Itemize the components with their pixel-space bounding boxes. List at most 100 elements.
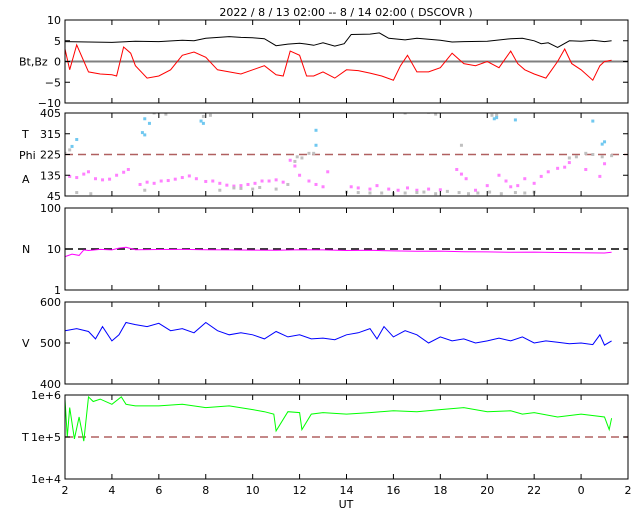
data-point-phi-magenta (603, 162, 607, 166)
data-point-phi-gray (258, 185, 262, 189)
data-point-phi-magenta (218, 181, 222, 185)
y-tick-label: 1e+6 (31, 389, 61, 402)
data-point-phi-blue (603, 140, 607, 144)
data-point-phi-blue (495, 116, 499, 120)
data-point-phi-magenta (126, 167, 130, 171)
data-point-phi-gray (293, 159, 297, 163)
data-point-phi-magenta (211, 179, 215, 183)
y-tick-label: 1e+4 (31, 473, 61, 486)
data-point-phi-blue (147, 121, 151, 125)
y-tick-label: 0 (54, 56, 61, 69)
data-point-phi-gray (574, 155, 578, 159)
data-point-phi-gray (75, 191, 79, 195)
data-point-phi-gray (476, 191, 480, 195)
data-point-phi-magenta (532, 181, 536, 185)
data-point-phi-magenta (523, 177, 527, 181)
data-point-phi-gray (600, 155, 604, 159)
data-point-phi-magenta (108, 177, 112, 181)
data-point-phi-magenta (166, 179, 170, 183)
data-point-phi-magenta (474, 188, 478, 192)
data-point-phi-magenta (375, 184, 379, 188)
y-axis-label: Bt,Bz (19, 56, 48, 69)
data-point-phi-magenta (307, 179, 311, 183)
data-point-phi-magenta (584, 167, 588, 171)
data-point-phi-magenta (187, 174, 191, 178)
data-point-phi-magenta (204, 179, 208, 183)
data-point-phi-gray (312, 151, 316, 155)
y-axis-label: V (22, 337, 30, 350)
data-point-phi-gray (457, 191, 461, 195)
data-point-phi-gray (490, 113, 494, 117)
solar-wind-chart: 2022 / 8 / 13 02:00 -- 8 / 14 02:00 ( DS… (0, 0, 640, 512)
data-point-phi-magenta (349, 185, 353, 189)
data-point-phi-gray (68, 148, 72, 152)
data-point-phi-magenta (246, 182, 250, 186)
data-point-phi-gray (368, 191, 372, 195)
series-line-bt (65, 32, 612, 48)
data-point-phi-magenta (225, 183, 229, 187)
data-point-phi-gray (201, 114, 205, 118)
data-point-phi-blue (591, 119, 595, 123)
panel-frame (64, 301, 629, 385)
data-point-phi-gray (300, 156, 304, 160)
x-tick-label: 22 (527, 484, 541, 497)
data-point-phi-gray (610, 154, 614, 158)
chart-canvas: 2022 / 8 / 13 02:00 -- 8 / 14 02:00 ( DS… (19, 6, 632, 511)
data-point-phi-gray (591, 153, 595, 156)
data-point-phi-magenta (459, 172, 463, 176)
data-point-phi-blue (314, 143, 318, 147)
data-point-phi-magenta (396, 188, 400, 192)
data-point-phi-magenta (326, 170, 330, 174)
data-point-phi-magenta (274, 178, 278, 182)
x-tick-label: 4 (108, 484, 115, 497)
data-point-phi-gray (459, 143, 463, 147)
y-tick-label: 10 (47, 14, 61, 27)
data-point-phi-gray (143, 188, 147, 192)
y-axis-label: Phi (19, 149, 36, 162)
data-point-phi-magenta (239, 184, 243, 188)
data-point-phi-gray (208, 113, 212, 117)
x-tick-label: 18 (433, 484, 447, 497)
data-point-phi-blue (75, 138, 79, 142)
data-point-phi-magenta (504, 179, 508, 183)
chart-title: 2022 / 8 / 13 02:00 -- 8 / 14 02:00 ( DS… (219, 6, 472, 19)
x-tick-label: 20 (480, 484, 494, 497)
x-tick-label: 0 (578, 484, 585, 497)
x-tick-label: 14 (340, 484, 354, 497)
data-point-phi-gray (89, 192, 93, 196)
y-axis-label: N (22, 243, 30, 256)
y-tick-label: 10 (47, 243, 61, 256)
data-point-phi-gray (523, 191, 527, 195)
y-tick-label: 600 (40, 296, 61, 309)
data-point-phi-magenta (122, 170, 126, 174)
y-tick-label: 1e+5 (31, 431, 61, 444)
y-tick-label: 100 (40, 202, 61, 215)
data-point-phi-magenta (485, 184, 489, 188)
data-point-phi-magenta (598, 174, 602, 178)
data-point-phi-gray (434, 192, 438, 196)
data-point-phi-magenta (288, 158, 292, 162)
data-point-phi-magenta (115, 173, 119, 177)
data-point-phi-gray (274, 187, 278, 191)
data-point-phi-gray (466, 192, 470, 196)
data-point-phi-magenta (260, 179, 264, 183)
data-point-phi-blue (143, 117, 147, 121)
data-point-phi-magenta (368, 187, 372, 191)
data-point-phi-blue (199, 119, 203, 123)
x-tick-label: 12 (293, 484, 307, 497)
data-point-phi-magenta (267, 179, 271, 183)
data-point-phi-magenta (509, 185, 513, 189)
data-point-phi-magenta (298, 173, 302, 177)
series-line-t (65, 395, 613, 442)
y-tick-label: 405 (40, 107, 61, 120)
y-axis-label: T (21, 128, 29, 141)
data-point-phi-magenta (464, 177, 468, 181)
data-point-phi-gray (251, 187, 255, 191)
x-axis-label: UT (339, 498, 354, 511)
data-point-phi-magenta (567, 161, 571, 165)
data-point-phi-gray (415, 191, 419, 195)
y-tick-label: 225 (40, 149, 61, 162)
data-point-phi-magenta (82, 172, 86, 176)
y-tick-label: 315 (40, 128, 61, 141)
data-point-phi-magenta (455, 167, 459, 171)
